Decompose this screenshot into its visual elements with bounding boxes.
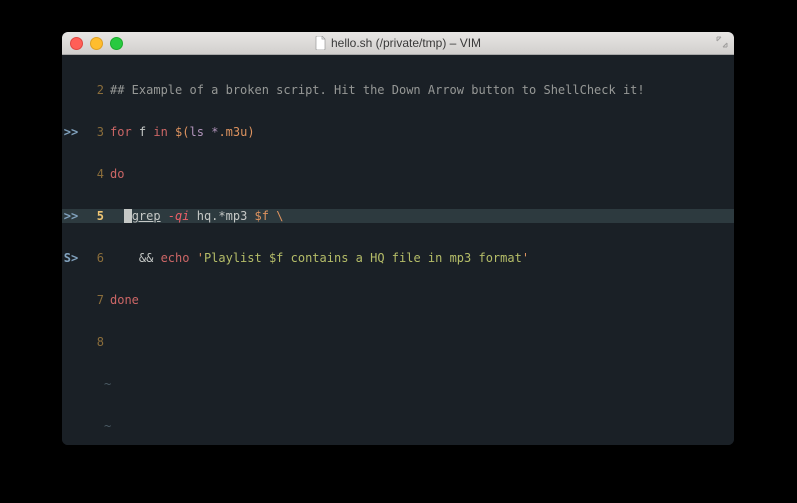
window-title: hello.sh (/private/tmp) – VIM [62, 36, 734, 50]
line-number: 2 [80, 83, 110, 97]
cursor [124, 209, 131, 223]
terminal[interactable]: 2 ## Example of a broken script. Hit the… [62, 55, 734, 445]
line-number: 7 [80, 293, 110, 307]
close-icon[interactable] [70, 37, 83, 50]
code-line[interactable]: 2 ## Example of a broken script. Hit the… [62, 83, 734, 97]
sign-col [62, 335, 80, 349]
sign-col [62, 83, 80, 97]
line-number: 5 [80, 209, 110, 223]
document-icon [315, 36, 327, 50]
line-number: 3 [80, 125, 110, 139]
code-text: done [110, 293, 734, 307]
window: hello.sh (/private/tmp) – VIM 2 ## Examp… [62, 32, 734, 445]
code-line-current[interactable]: >> 5 grep -qi hq.*mp3 $f \ [62, 209, 734, 223]
titlebar: hello.sh (/private/tmp) – VIM [62, 32, 734, 55]
line-number: 6 [80, 251, 110, 265]
empty-line: ~ [62, 377, 734, 391]
line-number: 8 [80, 335, 110, 349]
code-line[interactable]: 8 [62, 335, 734, 349]
sign-col [62, 293, 80, 307]
editor-pane[interactable]: 2 ## Example of a broken script. Hit the… [62, 55, 734, 445]
code-line[interactable]: 7 done [62, 293, 734, 307]
line-number: 4 [80, 167, 110, 181]
code-text: grep -qi hq.*mp3 $f \ [110, 209, 734, 223]
traffic-lights [70, 37, 123, 50]
code-text: for f in $(ls *.m3u) [110, 125, 734, 139]
window-title-text: hello.sh (/private/tmp) – VIM [331, 36, 481, 50]
sign-col: S> [62, 251, 80, 265]
minimize-icon[interactable] [90, 37, 103, 50]
code-line[interactable]: S> 6 && echo 'Playlist $f contains a HQ … [62, 251, 734, 265]
sign-col [62, 167, 80, 181]
code-text: ## Example of a broken script. Hit the D… [110, 83, 734, 97]
code-line[interactable]: >> 3 for f in $(ls *.m3u) [62, 125, 734, 139]
sign-col: >> [62, 209, 80, 223]
empty-line: ~ [62, 419, 734, 433]
code-text [110, 335, 734, 349]
code-text: do [110, 167, 734, 181]
expand-icon[interactable] [716, 36, 728, 48]
code-line[interactable]: 4 do [62, 167, 734, 181]
zoom-icon[interactable] [110, 37, 123, 50]
code-text: && echo 'Playlist $f contains a HQ file … [110, 251, 734, 265]
sign-col: >> [62, 125, 80, 139]
